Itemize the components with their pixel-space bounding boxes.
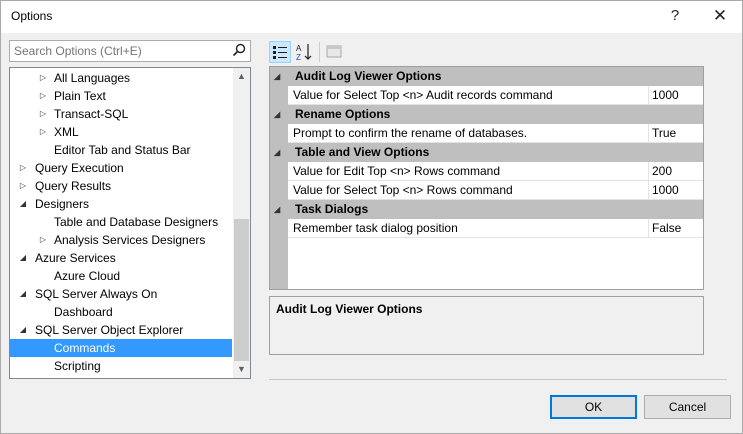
expand-arrow-icon[interactable]: ▷ [38, 69, 48, 87]
scroll-down-icon[interactable]: ▼ [233, 361, 250, 378]
tree-item[interactable]: ▷ All Languages [10, 69, 232, 87]
grid-category-label: Task Dialogs [295, 202, 369, 216]
tree-item-label: Designers [35, 197, 90, 211]
grid-property-row[interactable]: Prompt to confirm the rename of database… [288, 124, 703, 143]
grid-category-label: Table and View Options [295, 145, 430, 159]
tree-item-label: Editor Tab and Status Bar [54, 143, 191, 157]
tree-item[interactable]: Dashboard [10, 303, 232, 321]
tree-item-label: Transact-SQL [54, 107, 129, 121]
property-name: Remember task dialog position [293, 221, 458, 235]
tree-item[interactable]: Table and Database Designers [10, 213, 232, 231]
svg-text:Z: Z [296, 53, 301, 62]
description-panel: Audit Log Viewer Options [269, 296, 704, 355]
tree-item-label: Azure Services [35, 251, 116, 265]
grid-category[interactable]: ◢ Task Dialogs [270, 200, 703, 219]
cancel-button[interactable]: Cancel [644, 395, 731, 419]
tree-item-label: SQL Server Object Explorer [35, 323, 184, 337]
tree-item-label: Analysis Services Designers [54, 233, 206, 247]
toolbar-separator [319, 42, 320, 62]
grid-category[interactable]: ◢ Table and View Options [270, 143, 703, 162]
tree-item-label: Query Execution [35, 161, 124, 175]
tree-item-label: SQL Server Always On [35, 287, 158, 301]
categorized-icon[interactable] [269, 41, 291, 63]
tree-item-label: Azure Cloud [54, 269, 121, 283]
close-button[interactable]: ✕ [702, 1, 738, 31]
tree-item[interactable]: Azure Cloud [10, 267, 232, 285]
property-name: Value for Select Top <n> Audit records c… [293, 88, 553, 102]
property-value[interactable]: False [648, 219, 703, 237]
collapse-arrow-icon[interactable]: ◢ [274, 143, 280, 162]
tree-item-label: Table and Database Designers [54, 215, 219, 229]
grid-property-row[interactable]: Value for Edit Top <n> Rows command 200 [288, 162, 703, 181]
title-bar: Options ? ✕ [1, 1, 742, 33]
expand-arrow-icon[interactable]: ▷ [38, 87, 48, 105]
collapse-arrow-icon[interactable]: ◢ [18, 285, 28, 303]
search-box [9, 40, 251, 62]
grid-toolbar: A Z [269, 40, 369, 64]
tree-item[interactable]: Scripting [10, 357, 232, 375]
property-name: Value for Select Top <n> Rows command [293, 183, 513, 197]
search-input[interactable] [10, 41, 225, 61]
expand-arrow-icon[interactable]: ▷ [38, 123, 48, 141]
help-button[interactable]: ? [657, 1, 693, 31]
tree-item[interactable]: ◢ SQL Server Always On [10, 285, 232, 303]
tree-item[interactable]: ▷ Analysis Services Designers [10, 231, 232, 249]
grid-category[interactable]: ◢ Rename Options [270, 105, 703, 124]
collapse-arrow-icon[interactable]: ◢ [18, 249, 28, 267]
tree-item[interactable]: ◢ Azure Services [10, 249, 232, 267]
collapse-arrow-icon[interactable]: ◢ [18, 195, 28, 213]
collapse-arrow-icon[interactable]: ◢ [274, 105, 280, 124]
grid-gutter [270, 67, 288, 289]
collapse-arrow-icon[interactable]: ◢ [274, 67, 280, 86]
grid-property-row[interactable]: Remember task dialog position False [288, 219, 703, 238]
dialog-title: Options [11, 9, 53, 23]
expand-arrow-icon[interactable]: ▷ [18, 177, 28, 195]
grid-category-label: Rename Options [295, 107, 391, 121]
tree-item[interactable]: ▷ Query Execution [10, 159, 232, 177]
ok-button[interactable]: OK [550, 395, 637, 419]
property-value[interactable]: 1000 [648, 181, 703, 199]
scroll-thumb[interactable] [234, 219, 249, 361]
tree-item-label: Dashboard [54, 305, 113, 319]
options-dialog: Options ? ✕ ▷ All Languages ▷ Plain Text ▷ Tr… [0, 0, 743, 434]
tree-item[interactable]: ◢ Designers [10, 195, 232, 213]
tree-item[interactable]: ▷ Transact-SQL [10, 105, 232, 123]
expand-arrow-icon[interactable]: ▷ [18, 159, 28, 177]
tree-item-label: All Languages [54, 71, 131, 85]
grid-category-label: Audit Log Viewer Options [295, 69, 442, 83]
tree-item-label: Scripting [54, 359, 101, 373]
tree-item[interactable]: ▷ Query Results [10, 177, 232, 195]
collapse-arrow-icon[interactable]: ◢ [274, 200, 280, 219]
tree-item[interactable]: ◢ SQL Server Object Explorer [10, 321, 232, 339]
tree-item[interactable]: Commands [10, 339, 232, 357]
property-name: Prompt to confirm the rename of database… [293, 126, 528, 140]
property-value[interactable]: 200 [648, 162, 703, 180]
grid-category[interactable]: ◢ Audit Log Viewer Options [270, 67, 703, 86]
property-value[interactable]: True [648, 124, 703, 142]
property-pages-icon[interactable] [324, 41, 346, 63]
tree-item-label: Query Results [35, 179, 112, 193]
tree-item[interactable]: ▷ XML [10, 123, 232, 141]
footer-divider [269, 379, 727, 380]
property-grid: ◢ Audit Log Viewer Options Value for Selec… [269, 66, 704, 290]
search-icon[interactable] [232, 43, 246, 57]
tree-item-label: XML [54, 125, 79, 139]
expand-arrow-icon[interactable]: ▷ [38, 231, 48, 249]
property-name: Value for Edit Top <n> Rows command [293, 164, 500, 178]
expand-arrow-icon[interactable]: ▷ [38, 105, 48, 123]
collapse-arrow-icon[interactable]: ◢ [18, 321, 28, 339]
svg-text:A: A [296, 44, 302, 53]
tree-item-label: Commands [54, 341, 116, 355]
tree-item[interactable]: Editor Tab and Status Bar [10, 141, 232, 159]
tree-scrollbar[interactable]: ▲ ▼ [233, 68, 250, 378]
grid-property-row[interactable]: Value for Select Top <n> Rows command 100… [288, 181, 703, 200]
property-value[interactable]: 1000 [648, 86, 703, 104]
tree-item[interactable]: ▷ Plain Text [10, 87, 232, 105]
scroll-up-icon[interactable]: ▲ [233, 68, 250, 85]
alphabetical-sort-icon[interactable]: A Z [293, 41, 315, 63]
tree-item-label: Plain Text [54, 89, 106, 103]
grid-property-row[interactable]: Value for Select Top <n> Audit records c… [288, 86, 703, 105]
options-tree: ▷ All Languages ▷ Plain Text ▷ Transact-SQL ▷ X… [9, 67, 251, 379]
description-title: Audit Log Viewer Options [276, 302, 423, 316]
